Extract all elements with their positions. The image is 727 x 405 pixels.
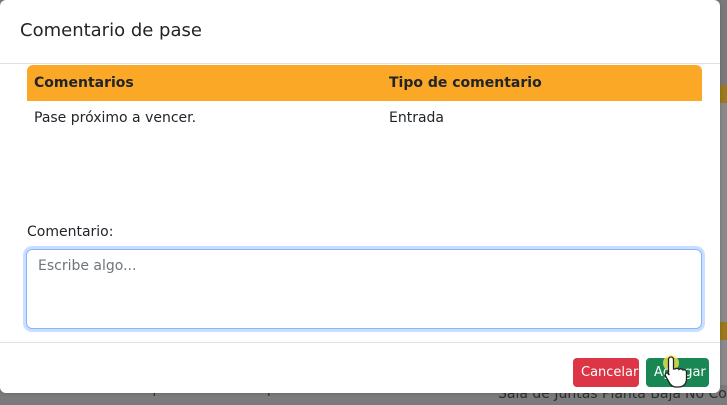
hand-cursor-icon	[663, 355, 688, 388]
modal-footer: Cancelar Agregar	[0, 342, 720, 393]
modal-title: Comentario de pase	[20, 20, 202, 41]
comment-textarea[interactable]	[26, 249, 702, 329]
cancel-button[interactable]: Cancelar	[573, 358, 639, 387]
modal-header: Comentario de pase	[0, 0, 720, 64]
column-header-comentarios: Comentarios	[34, 75, 134, 91]
comments-table: Comentarios Tipo de comentario Pase próx…	[27, 65, 702, 135]
comment-modal: Comentario de pase Comentarios Tipo de c…	[0, 0, 720, 393]
table-cell-comment: Pase próximo a vencer.	[34, 110, 197, 126]
table-cell-type: Entrada	[389, 110, 445, 126]
comment-label: Comentario:	[27, 224, 114, 240]
column-header-tipo: Tipo de comentario	[389, 75, 542, 91]
table-header: Comentarios Tipo de comentario	[27, 65, 702, 101]
table-row: Pase próximo a vencer. Entrada	[27, 101, 702, 135]
